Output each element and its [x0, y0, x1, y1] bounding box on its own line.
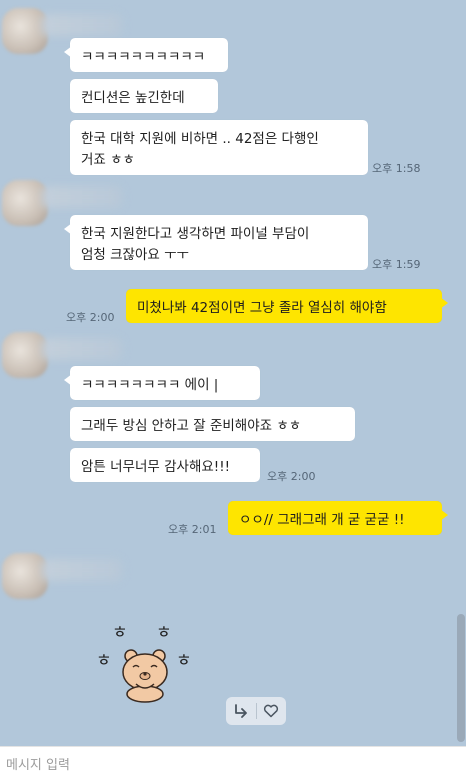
message-bubble[interactable]: 한국 지원한다고 생각하면 파이널 부담이 엄청 크잖아요 ㅜㅜ	[64, 215, 368, 270]
message-actions	[226, 697, 286, 725]
message-bubble-mine[interactable]: ㅇㅇ// 그래그래 개 굳 굳굳 !!	[228, 501, 448, 535]
scrollbar[interactable]	[457, 614, 465, 742]
sticker-glyph: ㅎ	[176, 651, 192, 671]
share-arrow-icon[interactable]	[226, 697, 256, 725]
avatar[interactable]	[2, 332, 48, 378]
message-bubble[interactable]: ㅋㅋㅋㅋㅋㅋㅋㅋㅋㅋ	[64, 38, 228, 72]
message-input-area	[0, 746, 466, 777]
chat-area[interactable]: ㅋㅋㅋㅋㅋㅋㅋㅋㅋㅋ 컨디션은 높긴한데 한국 대학 지원에 비하면 .. 42…	[0, 0, 466, 746]
sticker-glyph: ㅎ	[96, 651, 112, 671]
message-bubble-mine[interactable]: 미쳤나봐 42점이면 그냥 졸라 열심히 해야함	[126, 289, 448, 323]
message-time: 오후 1:58	[372, 162, 421, 175]
message-bubble[interactable]: 암튼 너무너무 감사해요!!!	[70, 448, 260, 482]
message-input[interactable]	[6, 754, 446, 776]
laughing-bear-sticker[interactable]: ㅎ ㅎ ㅎ ㅎ	[92, 612, 202, 704]
message-bubble[interactable]: ㅋㅋㅋㅋㅋㅋㅋㅋ 에이 |	[64, 366, 260, 400]
avatar[interactable]	[2, 8, 48, 54]
message-bubble[interactable]: 그래두 방심 안하고 잘 준비해야죠 ㅎㅎ	[70, 407, 355, 441]
message-time: 오후 2:00	[267, 470, 316, 483]
avatar[interactable]	[2, 180, 48, 226]
heart-icon[interactable]	[257, 697, 287, 725]
sticker-glyph: ㅎ	[156, 623, 172, 643]
message-bubble[interactable]: 한국 대학 지원에 비하면 .. 42점은 다행인 거죠 ㅎㅎ	[70, 120, 368, 175]
message-time: 오후 2:01	[168, 523, 217, 536]
message-time: 오후 2:00	[66, 311, 115, 324]
message-bubble[interactable]: 컨디션은 높긴한데	[70, 79, 218, 113]
avatar[interactable]	[2, 553, 48, 599]
message-time: 오후 1:59	[372, 258, 421, 271]
sticker-glyph: ㅎ	[112, 623, 128, 643]
